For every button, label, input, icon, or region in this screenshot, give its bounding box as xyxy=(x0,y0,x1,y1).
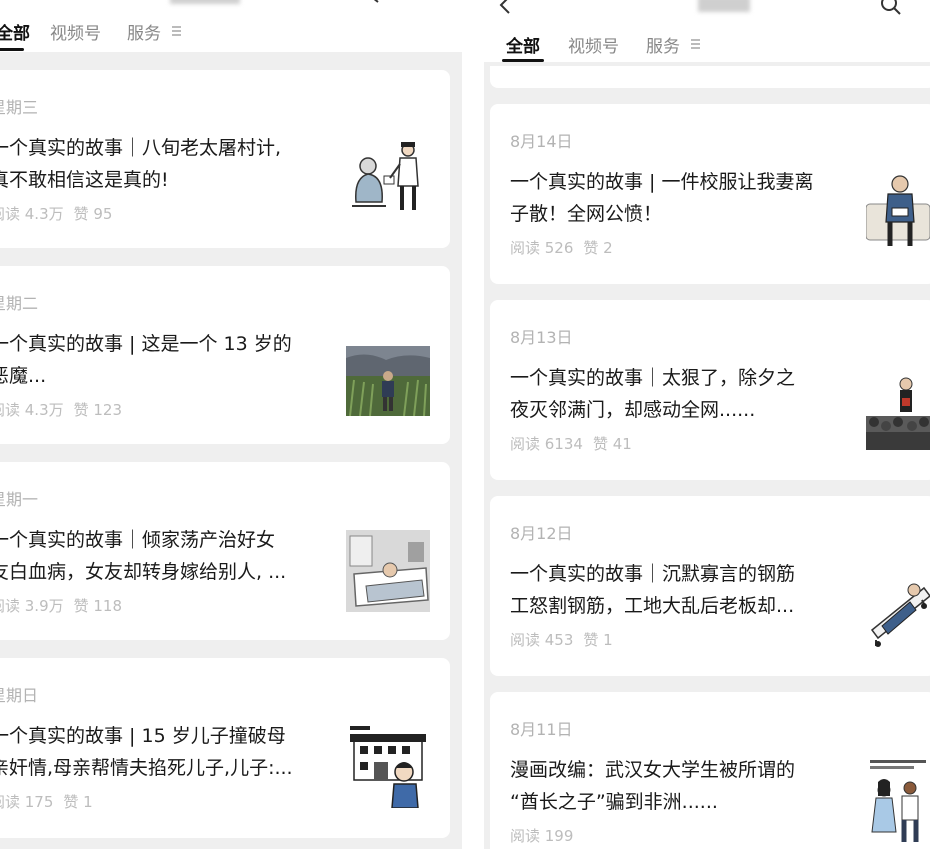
blurred-account-name xyxy=(170,0,240,4)
article-stats: 阅读 199 xyxy=(510,825,573,846)
left-article-list-panel: 全部 视频号 服务 星期三 一个真实的故事｜八旬老太屠村计, 真不敢相信这是真的… xyxy=(0,0,462,849)
article-card[interactable]: 星期日 一个真实的故事 | 15 岁儿子撞破母 亲奸情,母亲帮情夫掐死儿子,儿子… xyxy=(0,658,450,838)
article-stats: 阅读 3.9万赞 118 xyxy=(0,595,122,616)
article-card[interactable]: 8月14日 一个真实的故事 | 一件校服让我妻离 子散！全网公愤！ 阅读 526… xyxy=(490,104,930,284)
article-title[interactable]: 一个真实的故事 | 一件校服让我妻离 子散！全网公愤！ xyxy=(510,166,813,230)
boy-in-front-of-school-illustration-icon[interactable] xyxy=(346,722,430,808)
article-card[interactable]: 星期二 一个真实的故事 | 这是一个 13 岁的 恶魔... 阅读 4.3万赞 … xyxy=(0,266,450,444)
comic-couple-illustration-icon[interactable] xyxy=(866,756,930,846)
services-menu-icon[interactable] xyxy=(691,39,700,51)
blurred-account-avatar xyxy=(698,0,750,12)
like-count: 赞 123 xyxy=(73,401,123,419)
article-stats: 阅读 175 赞 1 xyxy=(0,791,93,812)
article-date: 8月14日 xyxy=(510,132,573,151)
article-date: 星期三 xyxy=(0,98,39,117)
tab-all[interactable]: 全部 xyxy=(506,32,540,57)
article-title[interactable]: 漫画改编：武汉女大学生被所谓的 “酋长之子”骗到非洲...... xyxy=(510,754,795,818)
read-count: 阅读 6134 xyxy=(510,435,583,453)
article-card[interactable]: 星期三 一个真实的故事｜八旬老太屠村计, 真不敢相信这是真的! 阅读 4.3万赞… xyxy=(0,70,450,248)
article-date: 8月13日 xyxy=(510,328,573,347)
tab-all-underline xyxy=(502,59,544,62)
like-count: 赞 1 xyxy=(583,631,613,649)
man-on-sofa-illustration-icon[interactable] xyxy=(866,168,930,252)
article-stats: 阅读 453 赞 1 xyxy=(510,629,613,650)
article-date: 星期日 xyxy=(0,686,39,705)
article-card[interactable]: 8月11日 漫画改编：武汉女大学生被所谓的 “酋长之子”骗到非洲...... 阅… xyxy=(490,692,930,849)
read-count: 阅读 3.9万 xyxy=(0,597,64,615)
article-title[interactable]: 一个真实的故事｜倾家荡产治好女 友白血病，女友却转身嫁给别人, ... xyxy=(0,524,286,588)
like-count: 赞 41 xyxy=(592,435,632,453)
read-count: 阅读 526 xyxy=(510,239,574,257)
search-icon[interactable] xyxy=(366,0,384,6)
article-title[interactable]: 一个真实的故事｜沉默寡言的钢筋 工怒割钢筋，工地大乱后老板却... xyxy=(510,558,795,622)
article-date: 星期二 xyxy=(0,294,39,313)
read-count: 阅读 175 xyxy=(0,793,54,811)
services-menu-icon[interactable] xyxy=(172,26,181,38)
like-count: 赞 2 xyxy=(583,239,613,257)
article-title[interactable]: 一个真实的故事｜太狠了，除夕之 夜灭邻满门，却感动全网...... xyxy=(510,362,795,426)
article-stats: 阅读 6134 赞 41 xyxy=(510,433,632,454)
panel-divider xyxy=(462,0,484,849)
like-count: 赞 118 xyxy=(73,597,123,615)
article-card[interactable]: 8月12日 一个真实的故事｜沉默寡言的钢筋 工怒割钢筋，工地大乱后老板却... … xyxy=(490,496,930,676)
right-article-list-panel: 全部 视频号 服务 8月14日 一个真实的故事 | 一件校服让我妻离 子散！全网… xyxy=(484,0,930,849)
left-tab-bar: 全部 视频号 服务 xyxy=(0,0,462,52)
tab-channels[interactable]: 视频号 xyxy=(50,19,101,44)
article-card-partial xyxy=(490,66,930,88)
article-title[interactable]: 一个真实的故事 | 15 岁儿子撞破母 亲奸情,母亲帮情夫掐死儿子,儿子:... xyxy=(0,720,293,784)
worker-on-stretcher-illustration-icon[interactable] xyxy=(868,560,930,648)
article-title[interactable]: 一个真实的故事 | 这是一个 13 岁的 恶魔... xyxy=(0,328,292,392)
tab-all-underline xyxy=(0,48,24,51)
read-count: 阅读 4.3万 xyxy=(0,401,64,419)
article-stats: 阅读 4.3万赞 95 xyxy=(0,203,112,224)
tab-all[interactable]: 全部 xyxy=(0,19,30,44)
article-card[interactable]: 星期一 一个真实的故事｜倾家荡产治好女 友白血病，女友却转身嫁给别人, ... … xyxy=(0,462,450,640)
like-count: 赞 1 xyxy=(63,793,93,811)
right-tab-bar: 全部 视频号 服务 xyxy=(484,0,930,62)
search-icon[interactable] xyxy=(880,0,902,16)
tab-services[interactable]: 服务 xyxy=(127,19,161,44)
child-in-cornfield-photo-icon[interactable] xyxy=(346,346,430,416)
read-count: 阅读 4.3万 xyxy=(0,205,64,223)
back-arrow-icon[interactable] xyxy=(498,0,512,14)
like-count: 赞 95 xyxy=(73,205,113,223)
article-stats: 阅读 4.3万赞 123 xyxy=(0,399,122,420)
old-woman-and-police-illustration-icon[interactable] xyxy=(346,132,430,216)
article-stats: 阅读 526 赞 2 xyxy=(510,237,613,258)
article-title[interactable]: 一个真实的故事｜八旬老太屠村计, 真不敢相信这是真的! xyxy=(0,132,281,196)
patient-in-hospital-bed-illustration-icon[interactable] xyxy=(346,530,430,612)
tab-channels[interactable]: 视频号 xyxy=(568,32,619,57)
courtroom-illustration-icon[interactable] xyxy=(866,366,930,450)
article-date: 星期一 xyxy=(0,490,39,509)
screenshot-stage: 全部 视频号 服务 星期三 一个真实的故事｜八旬老太屠村计, 真不敢相信这是真的… xyxy=(0,0,930,849)
read-count: 阅读 453 xyxy=(510,631,574,649)
article-date: 8月12日 xyxy=(510,524,573,543)
article-card[interactable]: 8月13日 一个真实的故事｜太狠了，除夕之 夜灭邻满门，却感动全网...... … xyxy=(490,300,930,480)
article-date: 8月11日 xyxy=(510,720,573,739)
read-count: 阅读 199 xyxy=(510,827,574,845)
tab-services[interactable]: 服务 xyxy=(646,32,680,57)
